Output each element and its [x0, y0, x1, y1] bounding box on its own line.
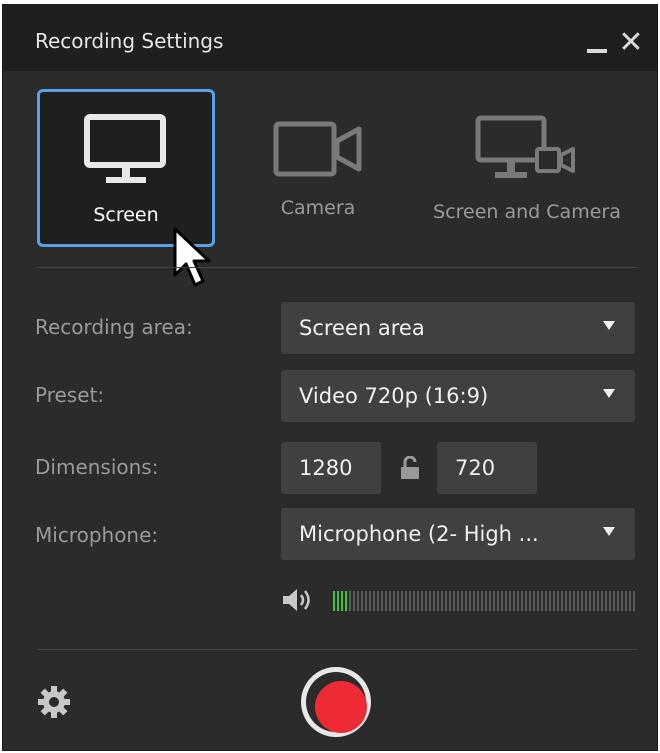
- mode-screen-and-camera-label: Screen and Camera: [433, 201, 621, 223]
- recording-area-label: Recording area:: [35, 315, 193, 339]
- close-button[interactable]: ✕: [617, 28, 645, 58]
- title-bar: Recording Settings ✕: [3, 5, 657, 71]
- video-camera-icon: [273, 121, 362, 177]
- chevron-down-icon: [603, 321, 615, 330]
- chevron-down-icon: [603, 389, 615, 398]
- divider: [37, 267, 637, 268]
- record-icon: [306, 672, 367, 733]
- mode-camera-button[interactable]: Camera: [253, 89, 383, 247]
- minimize-button[interactable]: [587, 49, 607, 53]
- divider: [37, 649, 637, 650]
- unlocked-padlock-icon[interactable]: [399, 456, 421, 480]
- microphone-value: Microphone (2- High ...: [299, 522, 539, 546]
- gear-icon[interactable]: [37, 685, 71, 719]
- mode-screen-label: Screen: [93, 204, 159, 226]
- window-title: Recording Settings: [35, 29, 224, 53]
- mode-screen-button[interactable]: Screen: [37, 89, 215, 247]
- record-button[interactable]: [301, 667, 371, 737]
- speaker-icon[interactable]: [281, 587, 313, 613]
- monitor-icon: [84, 114, 166, 183]
- preset-label: Preset:: [35, 383, 105, 407]
- height-input[interactable]: 720: [437, 442, 537, 494]
- dimensions-label: Dimensions:: [35, 455, 159, 479]
- mic-level-meter: [333, 591, 637, 611]
- mode-camera-label: Camera: [280, 197, 356, 219]
- preset-value: Video 720p (16:9): [299, 384, 489, 408]
- mouse-cursor-icon: [173, 227, 211, 287]
- monitor-camera-icon: [475, 115, 575, 178]
- mode-screen-and-camera-button[interactable]: Screen and Camera: [417, 89, 637, 247]
- recording-area-dropdown[interactable]: Screen area: [281, 302, 635, 354]
- recording-settings-window: Recording Settings ✕ Screen Camera Scree…: [2, 4, 658, 751]
- width-value: 1280: [299, 456, 353, 480]
- microphone-label: Microphone:: [35, 523, 159, 547]
- height-value: 720: [455, 456, 496, 480]
- recording-area-value: Screen area: [299, 316, 425, 340]
- chevron-down-icon: [603, 527, 615, 536]
- preset-dropdown[interactable]: Video 720p (16:9): [281, 370, 635, 422]
- mic-level-fill: [333, 591, 349, 611]
- width-input[interactable]: 1280: [281, 442, 381, 494]
- record-dot: [315, 681, 367, 733]
- microphone-dropdown[interactable]: Microphone (2- High ...: [281, 508, 635, 560]
